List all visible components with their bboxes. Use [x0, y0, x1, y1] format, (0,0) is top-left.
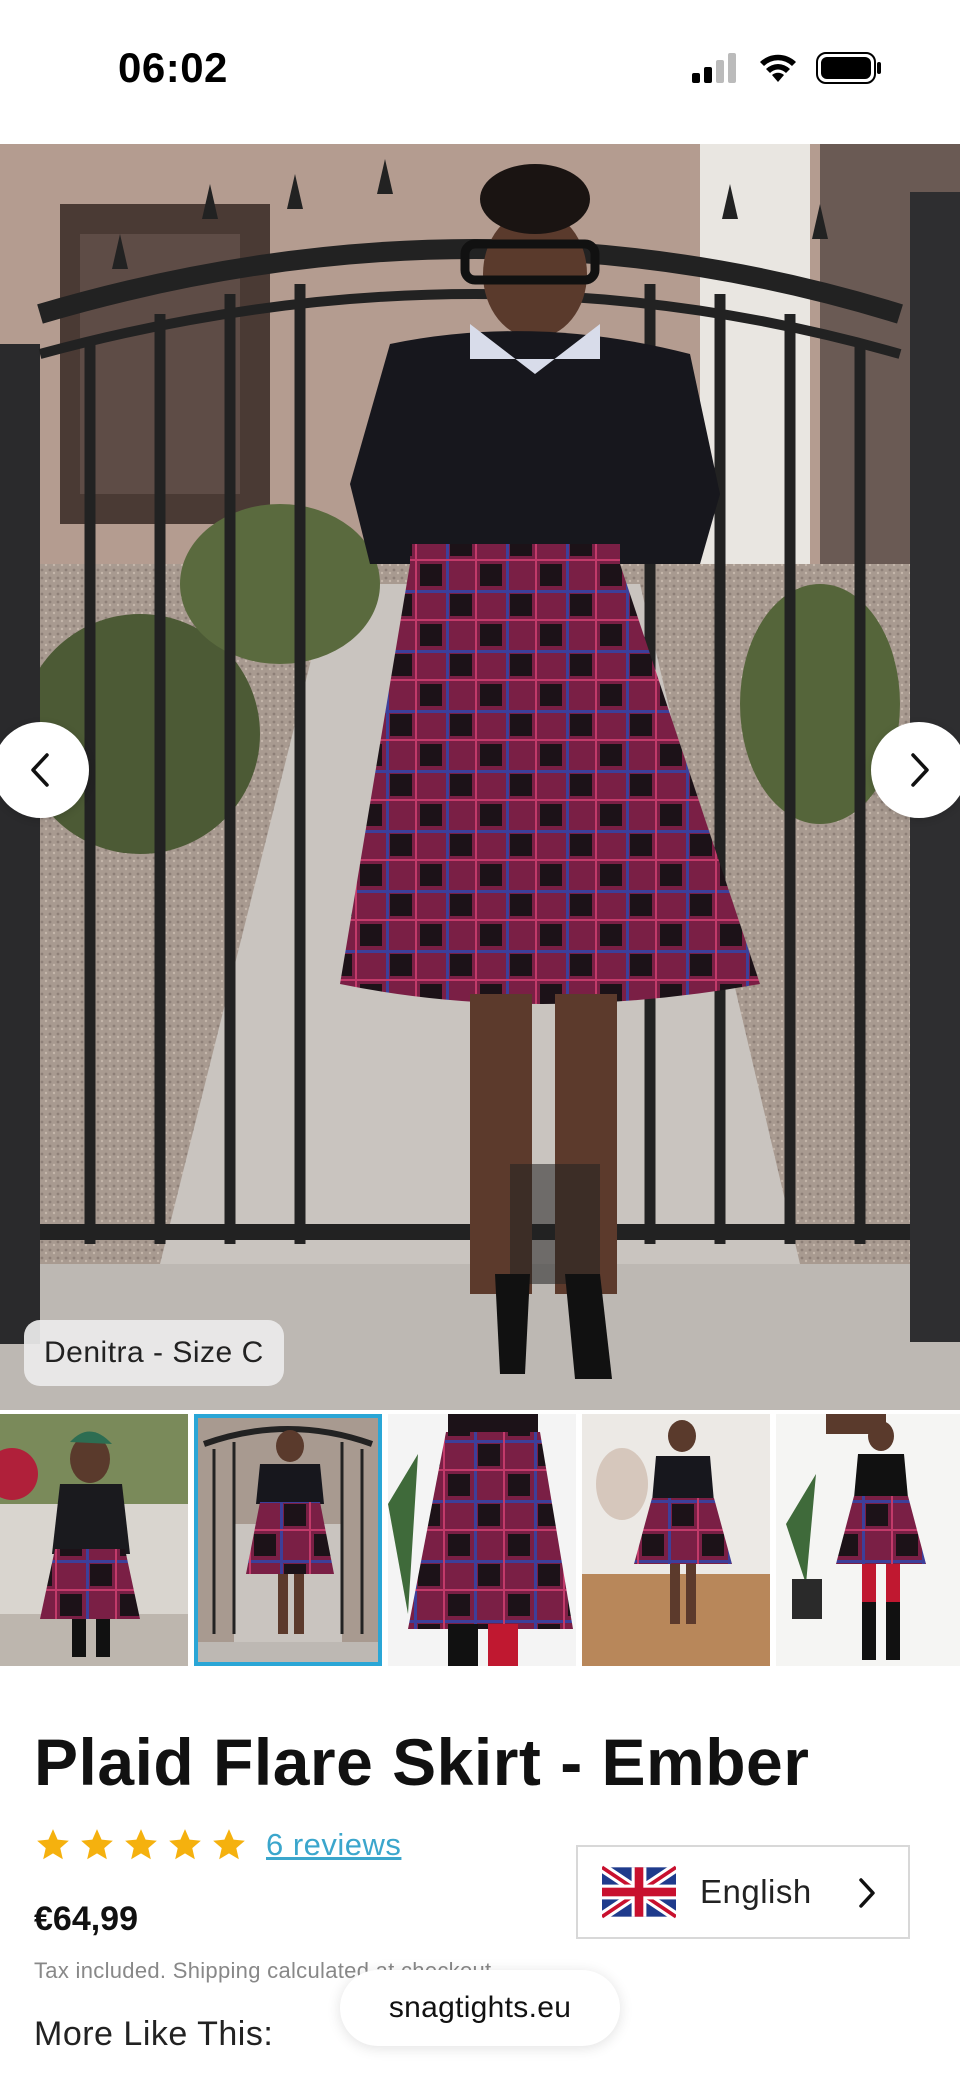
- chevron-left-icon: [31, 753, 49, 787]
- rating-row[interactable]: 6 reviews: [34, 1826, 401, 1864]
- battery-icon: [816, 52, 881, 84]
- star-icon: [169, 1829, 201, 1860]
- thumbnail-2[interactable]: [194, 1414, 382, 1666]
- model-size-caption: Denitra - Size C: [24, 1320, 284, 1386]
- language-switcher[interactable]: English: [576, 1845, 910, 1939]
- thumbnail-5[interactable]: [776, 1414, 960, 1666]
- product-main-image[interactable]: Denitra - Size C: [0, 144, 960, 1410]
- thumbnail-1[interactable]: [0, 1414, 188, 1666]
- thumbnail-3[interactable]: [388, 1414, 576, 1666]
- product-price: €64,99: [34, 1900, 138, 1938]
- star-icon: [125, 1829, 157, 1860]
- chevron-right-icon: [859, 1878, 875, 1908]
- wifi-icon: [760, 54, 796, 82]
- status-time: 06:02: [118, 44, 228, 91]
- cellular-signal-icon: [692, 53, 736, 83]
- uk-flag-icon: [602, 1865, 676, 1919]
- thumbnail-4[interactable]: [582, 1414, 770, 1666]
- product-title: Plaid Flare Skirt - Ember: [34, 1725, 810, 1799]
- chevron-right-icon: [911, 753, 929, 787]
- star-icon: [213, 1829, 245, 1860]
- gallery-next-button[interactable]: [871, 722, 960, 818]
- language-label: English: [700, 1873, 812, 1910]
- status-icons: [692, 52, 882, 84]
- browser-url-pill[interactable]: snagtights.eu: [340, 1970, 620, 2046]
- more-like-this-heading: More Like This:: [34, 2015, 274, 2053]
- status-bar: 06:02: [0, 0, 960, 144]
- thumbnail-strip: [0, 1414, 960, 1666]
- reviews-link[interactable]: 6 reviews: [266, 1827, 401, 1863]
- star-icon: [81, 1829, 113, 1860]
- star-icon: [37, 1829, 69, 1860]
